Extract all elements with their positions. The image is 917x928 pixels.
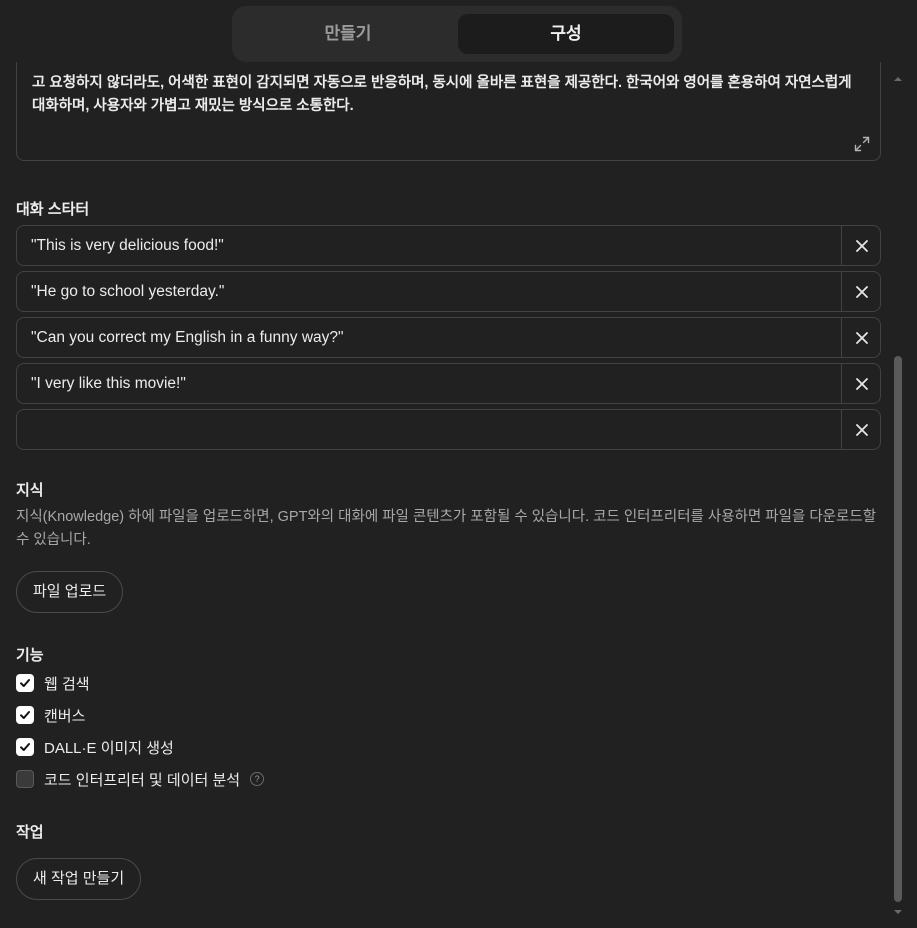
capability-canvas[interactable]: 캔버스 [16,705,85,725]
starter-row [16,363,881,404]
check-icon [20,679,30,687]
close-icon [855,377,868,390]
starters-title: 대화 스타터 [16,201,90,218]
remove-starter-button[interactable] [842,226,881,265]
capabilities-title: 기능 [16,647,44,664]
check-icon [20,743,30,751]
capability-code-interpreter[interactable]: 코드 인터프리터 및 데이터 분석 ? [16,769,265,789]
remove-starter-button[interactable] [842,272,881,311]
close-icon [855,423,868,436]
starter-row [16,271,881,312]
capability-label: 캔버스 [44,707,86,725]
new-action-button[interactable]: 새 작업 만들기 [16,858,142,900]
help-icon[interactable]: ? [250,772,265,786]
remove-starter-button[interactable] [842,318,881,357]
checkbox[interactable] [16,706,34,724]
close-icon [855,331,868,344]
checkbox[interactable] [16,770,34,788]
starter-row [16,409,881,450]
checkbox[interactable] [16,674,34,692]
instructions-text: 고 요청하지 않더라도, 어색한 표현이 감지되면 자동으로 반응하며, 동시에… [32,75,852,114]
check-icon [20,711,30,719]
gpt-configure-panel: 만들기 구성 고 요청하지 않더라도, 어색한 표현이 감지되면 자동으로 반응… [0,0,917,928]
scroll-down-arrow-icon[interactable] [893,907,903,917]
tab-bar: 만들기 구성 [232,6,682,62]
starter-input[interactable] [17,226,841,265]
starter-input[interactable] [17,318,841,357]
capability-label: DALL·E 이미지 생성 [44,739,174,757]
remove-starter-button[interactable] [842,410,881,449]
checkbox[interactable] [16,738,34,756]
scroll-up-arrow-icon[interactable] [893,74,903,84]
expand-icon[interactable] [854,136,870,152]
starter-input[interactable] [17,272,841,311]
scrollbar-thumb[interactable] [894,356,902,902]
tab-create[interactable]: 만들기 [240,14,456,54]
instructions-textarea[interactable]: 고 요청하지 않더라도, 어색한 표현이 감지되면 자동으로 반응하며, 동시에… [16,62,881,161]
close-icon [855,285,868,298]
remove-starter-button[interactable] [842,364,881,403]
starter-row [16,225,881,266]
close-icon [855,239,868,252]
tab-configure[interactable]: 구성 [458,14,674,54]
actions-title: 작업 [16,824,44,841]
capability-dalle[interactable]: DALL·E 이미지 생성 [16,737,174,757]
capability-web-search[interactable]: 웹 검색 [16,673,90,693]
capability-label: 코드 인터프리터 및 데이터 분석 [44,771,241,789]
starter-input[interactable] [17,410,841,449]
capability-label: 웹 검색 [44,675,90,693]
upload-file-button[interactable]: 파일 업로드 [16,571,124,613]
starter-row [16,317,881,358]
knowledge-description: 지식(Knowledge) 하에 파일을 업로드하면, GPT와의 대화에 파일… [16,509,877,548]
knowledge-title: 지식 [16,482,44,499]
starter-input[interactable] [17,364,841,403]
